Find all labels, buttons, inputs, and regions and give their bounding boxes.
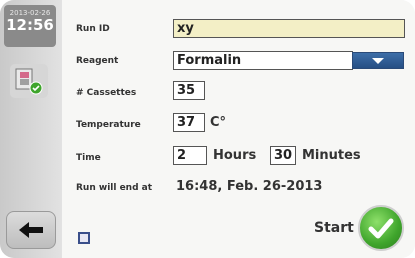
run-id-label: Run ID xyxy=(76,24,110,34)
clock-time: 12:56 xyxy=(6,16,54,34)
reagent-select[interactable]: Formalin xyxy=(173,51,353,70)
start-label: Start xyxy=(314,220,354,236)
end-time-label: Run will end at xyxy=(76,183,153,193)
checkmark-icon xyxy=(368,218,394,239)
sidebar: 2013-02-26 12:56 xyxy=(0,0,62,258)
temperature-unit: C° xyxy=(210,115,227,130)
hours-unit: Hours xyxy=(213,148,257,163)
reagent-dropdown-button[interactable] xyxy=(352,52,404,69)
time-label: Time xyxy=(76,153,101,163)
minutes-input[interactable]: 30 xyxy=(270,146,296,165)
hours-input[interactable]: 2 xyxy=(173,146,207,165)
start-button[interactable] xyxy=(358,205,404,251)
end-time-value: 16:48, Feb. 26-2013 xyxy=(176,179,323,194)
cassette-rack-icon-graphic xyxy=(15,68,43,95)
chevron-down-icon xyxy=(372,58,384,64)
clock: 2013-02-26 12:56 xyxy=(4,5,56,47)
back-button[interactable] xyxy=(6,211,56,249)
arrow-left-icon xyxy=(19,222,43,238)
instrument-screen: 2013-02-26 12:56 Run ID xy Reagent Forma… xyxy=(0,0,415,258)
temperature-label: Temperature xyxy=(76,120,141,130)
cassette-rack-icon[interactable] xyxy=(10,64,48,98)
run-setup-panel: Run ID xy Reagent Formalin # Cassettes 3… xyxy=(62,0,415,258)
reagent-label: Reagent xyxy=(76,56,119,66)
run-id-input[interactable]: xy xyxy=(173,19,405,38)
cassettes-input[interactable]: 35 xyxy=(173,81,205,100)
cassettes-label: # Cassettes xyxy=(76,88,137,98)
checkbox-icon[interactable] xyxy=(78,232,90,244)
temperature-input[interactable]: 37 xyxy=(173,113,205,132)
minutes-unit: Minutes xyxy=(302,148,361,163)
